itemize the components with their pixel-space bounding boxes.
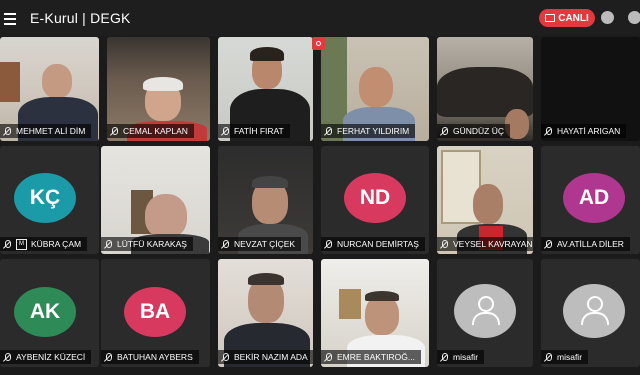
mic-muted-icon [3, 352, 11, 362]
participant-avatar: KÇ [14, 173, 76, 223]
participant-name: VEYSEL KAVRAYAN [437, 237, 533, 251]
mic-muted-icon [221, 352, 229, 362]
participant-tile[interactable]: ND NURCAN DEMİRTAŞ [321, 146, 429, 254]
participant-tile[interactable]: GÜNDÜZ ÜÇ [437, 37, 533, 141]
app-title: E-Kurul | DEGK [30, 10, 131, 26]
mic-muted-icon [440, 239, 448, 249]
participant-name: CEMAL KAPLAN [107, 124, 194, 138]
participant-tile[interactable]: FATİH FIRAT [218, 37, 313, 141]
participant-name: AV.ATİLLA DİLER [541, 237, 630, 251]
participant-tile[interactable]: VEYSEL KAVRAYAN [437, 146, 533, 254]
mic-muted-icon [3, 239, 11, 249]
mic-muted-icon [440, 126, 448, 136]
participant-name: MEHMET ALİ DİM [0, 124, 92, 138]
moderator-icon: M [16, 238, 27, 250]
guest-avatar-icon [563, 284, 625, 338]
mic-muted-icon [221, 239, 229, 249]
participant-name: EMRE BAKTIROĞ... [321, 350, 421, 364]
participant-avatar: AD [563, 173, 625, 223]
top-bar: E-Kurul | DEGK CANLI [0, 0, 640, 36]
hamburger-menu-icon[interactable] [4, 10, 22, 26]
live-label: CANLI [558, 12, 589, 24]
participant-name: BEKİR NAZIM ADA [218, 350, 313, 364]
participant-tile[interactable]: NEVZAT ÇİÇEK [218, 146, 313, 254]
broadcast-icon [545, 14, 556, 22]
participant-tile[interactable]: misafir [541, 259, 640, 367]
participant-tile[interactable]: LÜTFÜ KARAKAŞ [101, 146, 210, 254]
mic-muted-icon [104, 352, 112, 362]
participant-name: NEVZAT ÇİÇEK [218, 237, 302, 251]
live-button[interactable]: CANLI [539, 9, 595, 27]
account-icon[interactable] [628, 11, 640, 24]
participant-name: HAYATİ ARIGAN [541, 124, 627, 138]
participant-tile[interactable]: CEMAL KAPLAN [107, 37, 210, 141]
participant-name: GÜNDÜZ ÜÇ [437, 124, 510, 138]
participant-tile[interactable]: HAYATİ ARIGAN [541, 37, 640, 141]
mic-muted-icon [324, 239, 332, 249]
participant-name: FATİH FIRAT [218, 124, 290, 138]
participant-name: misafir [437, 350, 485, 364]
participant-tile[interactable]: BA BATUHAN AYBERS [101, 259, 210, 367]
participant-name: BATUHAN AYBERS [101, 350, 199, 364]
participant-name: misafir [541, 350, 589, 364]
mic-muted-icon [110, 126, 118, 136]
participant-tile[interactable]: EMRE BAKTIROĞ... [321, 259, 429, 367]
mic-muted-icon [544, 126, 552, 136]
participant-tile[interactable]: KÇ M KÜBRA ÇAM [0, 146, 99, 254]
mic-muted-icon [544, 239, 552, 249]
participant-name: NURCAN DEMİRTAŞ [321, 237, 425, 251]
participant-tile[interactable]: FERHAT YILDIRIM [321, 37, 429, 141]
mic-muted-icon [440, 352, 448, 362]
participant-name: AYBENİZ KÜZECİ [0, 350, 92, 364]
participant-tile[interactable]: misafir [437, 259, 533, 367]
mic-muted-icon [324, 352, 332, 362]
mic-muted-icon [324, 126, 332, 136]
participant-name: M KÜBRA ÇAM [0, 237, 88, 251]
guest-avatar-icon [454, 284, 516, 338]
mic-muted-icon [221, 126, 229, 136]
mic-muted-icon [3, 126, 11, 136]
mic-muted-icon [104, 239, 112, 249]
participant-avatar: BA [124, 287, 186, 337]
participant-tile[interactable]: AD AV.ATİLLA DİLER [541, 146, 640, 254]
participant-name: FERHAT YILDIRIM [321, 124, 416, 138]
participant-avatar: AK [14, 287, 76, 337]
participant-avatar: ND [344, 173, 406, 223]
bell-icon[interactable] [601, 11, 614, 24]
participant-name: LÜTFÜ KARAKAŞ [101, 237, 193, 251]
participant-tile[interactable]: MEHMET ALİ DİM [0, 37, 99, 141]
participant-tile[interactable]: AK AYBENİZ KÜZECİ [0, 259, 99, 367]
recording-icon [312, 37, 325, 50]
participant-tile[interactable]: BEKİR NAZIM ADA [218, 259, 313, 367]
mic-muted-icon [544, 352, 552, 362]
